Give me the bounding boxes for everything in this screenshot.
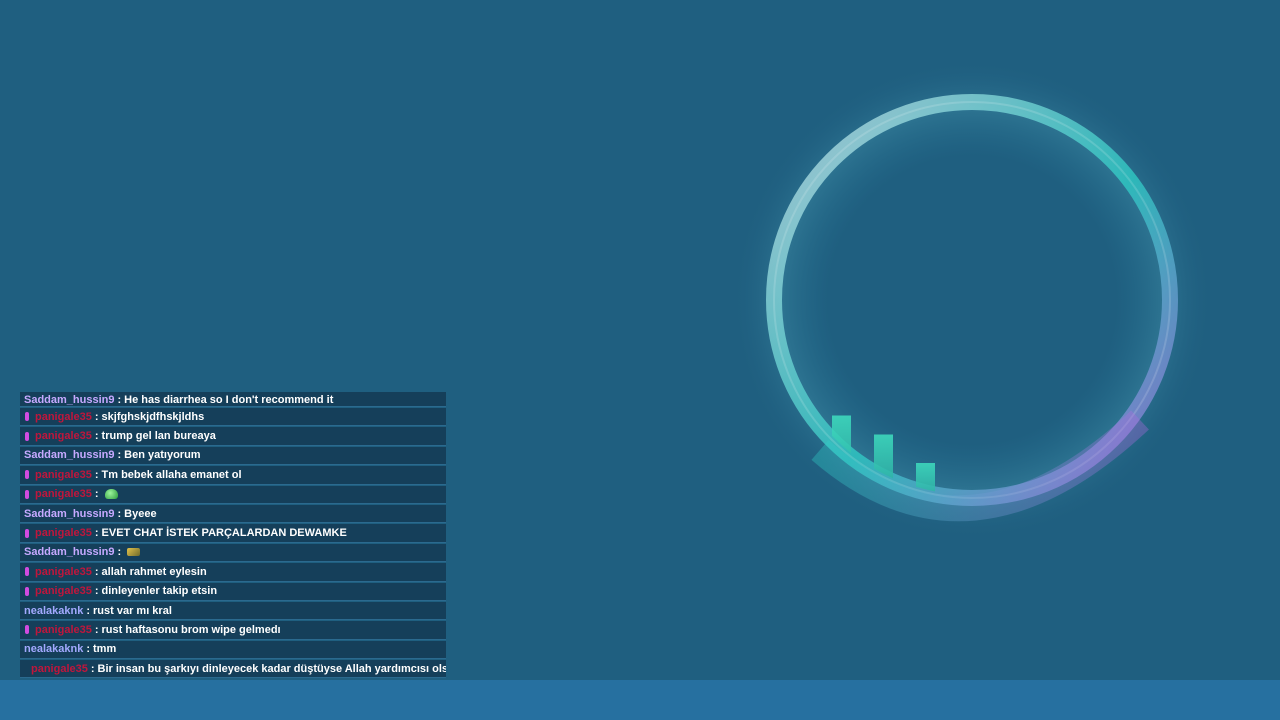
visualizer-bar — [811, 491, 830, 495]
chat-separator: : — [117, 394, 122, 406]
chat-separator: : — [117, 507, 122, 520]
chat-message: Saddam_hussin9: — [20, 543, 446, 563]
visualizer-bar — [1189, 505, 1208, 520]
chat-separator: : — [94, 488, 99, 501]
visualizer-bar — [1084, 511, 1103, 521]
chat-message: panigale35: Bir insan bu şarkıyı dinleyec… — [20, 660, 446, 679]
chat-separator: : — [94, 585, 99, 598]
user-badge-icon — [25, 489, 29, 499]
chat-message: Saddam_hussin9: Byeee — [20, 504, 446, 524]
chat-message: panigale35: — [20, 485, 446, 504]
user-badge-icon — [25, 586, 29, 596]
chat-message-text: Byeee — [124, 507, 157, 520]
visualizer-bar — [1105, 511, 1124, 521]
bottom-bar — [0, 680, 1280, 720]
chat-message-text: rust haftasonu brom wipe gelmedı — [101, 623, 281, 636]
green-emote-icon — [104, 489, 118, 500]
chat-separator: : — [90, 662, 95, 675]
chat-message: panigale35: skjfghskjdfhskjldhs — [20, 408, 446, 427]
user-badge-icon — [25, 528, 29, 538]
chat-username[interactable]: panigale35 — [35, 469, 92, 481]
chat-message: Saddam_hussin9: Ben yatıyorum — [20, 446, 446, 466]
user-badge-icon — [25, 431, 29, 441]
user-badge-icon — [25, 567, 29, 577]
chat-message-text: rust var mı kral — [93, 604, 172, 617]
chat-username[interactable]: panigale35 — [35, 566, 92, 578]
chat-username[interactable]: nealakaknk — [24, 605, 83, 617]
chat-message: panigale35: dinleyenler takip etsin — [20, 582, 446, 601]
chat-username[interactable]: panigale35 — [35, 430, 92, 442]
chat-message: nealakaknk: tmm — [20, 640, 446, 660]
chat-message-text: tmm — [93, 643, 117, 656]
chat-overlay: Saddam_hussin9: He has diarrhea so I don'… — [20, 392, 446, 680]
chat-message-text: EVET CHAT İSTEK PARÇALARDAN DEWAMKE — [101, 527, 347, 540]
chat-message-text: skjfghskjdfhskjldhs — [101, 410, 205, 423]
visualizer-bar — [1126, 485, 1145, 495]
chat-username[interactable]: Saddam_hussin9 — [24, 508, 114, 520]
chat-username[interactable]: panigale35 — [31, 663, 88, 675]
chat-message-text: dinleyenler takip etsin — [101, 585, 218, 598]
chat-separator: : — [117, 546, 122, 559]
chat-separator: : — [94, 468, 99, 481]
chat-separator: : — [94, 623, 99, 636]
chat-separator: : — [94, 410, 99, 423]
chat-separator: : — [94, 565, 99, 578]
chat-message: panigale35: rust haftasonu brom wipe gelm… — [20, 621, 446, 640]
chat-message-text: allah rahmet eylesin — [101, 565, 207, 578]
chat-username[interactable]: Saddam_hussin9 — [24, 449, 114, 461]
chat-username[interactable]: panigale35 — [35, 488, 92, 500]
visualizer-bar — [1168, 478, 1187, 520]
chat-message-text: Tm bebek allaha emanet ol — [101, 468, 242, 481]
chat-separator: : — [117, 449, 122, 462]
chat-message-text: Ben yatıyorum — [124, 449, 201, 462]
chat-separator: : — [86, 643, 90, 656]
visualizer-bar — [1147, 491, 1166, 495]
chat-username[interactable]: Saddam_hussin9 — [24, 394, 114, 406]
chat-username[interactable]: panigale35 — [35, 624, 92, 636]
chat-message-text: He has diarrhea so I don't recommend it — [124, 394, 334, 406]
chat-username[interactable]: panigale35 — [35, 527, 92, 539]
user-badge-icon — [25, 412, 29, 422]
chat-message: panigale35: Tm bebek allaha emanet ol — [20, 466, 446, 485]
chat-message-text: trump gel lan bureaya — [101, 430, 216, 443]
chat-separator: : — [86, 604, 90, 617]
chat-message: panigale35: EVET CHAT İSTEK PARÇALARDAN D… — [20, 524, 446, 543]
gold-emote-icon — [127, 548, 141, 557]
chat-message: nealakaknk: rust var mı kral — [20, 601, 446, 621]
chat-username[interactable]: Saddam_hussin9 — [24, 546, 114, 558]
chat-username[interactable]: panigale35 — [35, 411, 92, 423]
user-badge-icon — [25, 470, 29, 480]
chat-message: panigale35: allah rahmet eylesin — [20, 563, 446, 582]
chat-username[interactable]: nealakaknk — [24, 643, 83, 655]
audio-visualizer-ring-icon — [732, 60, 1212, 540]
chat-separator: : — [94, 430, 99, 443]
user-badge-icon — [25, 625, 29, 635]
chat-message: Saddam_hussin9: He has diarrhea so I don'… — [20, 392, 446, 407]
audio-visualizer — [690, 60, 1250, 560]
chat-message: panigale35: trump gel lan bureaya — [20, 427, 446, 446]
chat-username[interactable]: panigale35 — [35, 585, 92, 597]
visualizer-bar — [790, 511, 809, 521]
chat-separator: : — [94, 527, 99, 540]
chat-message-text: Bir insan bu şarkıyı dinleyecek kadar dü… — [97, 662, 446, 675]
